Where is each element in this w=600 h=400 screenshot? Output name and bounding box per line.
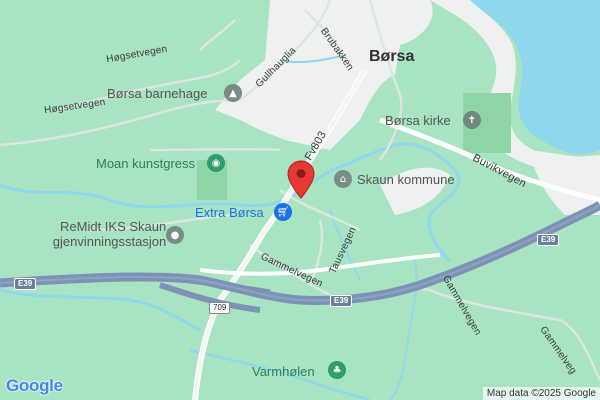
poi-label-moan-kunstgress[interactable]: Moan kunstgress [96,156,195,171]
red-location-pin[interactable] [287,160,315,200]
road-709-shield: 709 [209,302,231,314]
poi-label-remidt-line1: ReMidt IKS Skaun [60,219,167,234]
map-canvas[interactable]: Høgsetvegen Høgsetvegen Gullhauglia Brub… [0,0,600,400]
sports-field-icon[interactable]: ◉ [207,154,225,172]
map-attribution[interactable]: Map data ©2025 Google [482,387,600,400]
road-north-spur [199,19,236,51]
google-logo[interactable]: Google [6,376,63,396]
poi-label-borsa-barnehage[interactable]: Børsa barnehage [107,86,207,101]
info-dot-icon[interactable]: ● [166,226,184,244]
town-hall-icon[interactable]: ⌂ [334,170,352,188]
poi-label-extra-borsa[interactable]: Extra Børsa [195,205,264,220]
river-a [0,183,302,209]
road-moan [149,147,281,152]
e39-shield-mid: E39 [330,295,353,307]
poi-label-remidt-line2: gjenvinningsstasjon [52,234,167,249]
shopping-cart-icon[interactable]: 🛒︎ [274,203,292,221]
poi-label-borsa-kirke[interactable]: Børsa kirke [385,113,451,128]
e39-shield-right: E39 [537,234,560,246]
river-c [0,288,201,332]
church-cross-icon[interactable]: ✝ [463,111,481,129]
school-cap-icon[interactable]: ▲ [224,84,242,102]
city-label-borsa[interactable]: Børsa [369,48,414,66]
poi-label-varmholen[interactable]: Varmhølen [252,364,315,379]
e39-shield-left: E39 [14,278,37,290]
stream-2 [389,259,418,400]
park-icon[interactable]: ♣ [328,361,346,379]
river-b [299,142,461,263]
poi-label-remidt[interactable]: ReMidt IKS Skaun gjenvinningsstasjon [53,219,167,249]
poi-label-skaun-kommune[interactable]: Skaun kommune [357,172,455,187]
map-base-layer [0,0,600,400]
road-hogsetvegen-left [0,98,241,147]
